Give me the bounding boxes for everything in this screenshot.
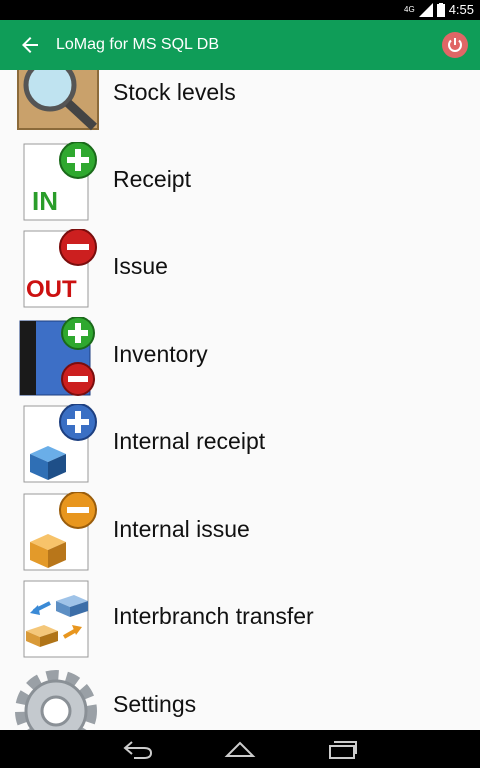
status-bar: 4G 4:55 (0, 0, 480, 20)
svg-text:IN: IN (32, 186, 58, 216)
menu-item-label: Internal issue (113, 516, 250, 542)
navigation-bar (0, 730, 480, 768)
arrow-back-icon[interactable] (18, 33, 42, 57)
menu-item-stock-levels[interactable]: Stock levels (0, 70, 480, 138)
menu-item-label: Interbranch transfer (113, 603, 314, 629)
receipt-in-icon: IN (23, 142, 97, 221)
menu-item-settings[interactable]: Settings (0, 663, 480, 730)
app-bar: LoMag for MS SQL DB (0, 20, 480, 70)
nav-back-icon[interactable] (122, 738, 154, 760)
transfer-icon (23, 580, 89, 658)
internal-issue-icon (23, 492, 97, 571)
svg-text:OUT: OUT (26, 276, 77, 303)
menu-item-label: Settings (113, 691, 197, 717)
menu-item-label: Issue (113, 253, 168, 279)
signal-icon (418, 2, 433, 17)
magnifier-box-icon (17, 70, 99, 131)
battery-icon (436, 2, 445, 17)
nav-recents-icon[interactable] (326, 738, 358, 760)
inventory-book-icon (19, 317, 95, 396)
menu-item-issue[interactable]: OUT Issue (0, 225, 480, 312)
nav-home-icon[interactable] (224, 738, 256, 760)
network-type: 4G (404, 5, 415, 14)
issue-out-icon: OUT (23, 229, 97, 308)
power-icon[interactable] (442, 32, 468, 58)
menu-item-label: Stock levels (113, 79, 236, 105)
menu-item-internal-issue[interactable]: Internal issue (0, 488, 480, 575)
menu-item-label: Receipt (113, 166, 191, 192)
gear-icon (15, 670, 97, 730)
menu-list: Stock levels IN Receipt OUT Issue Invent… (0, 70, 480, 730)
menu-item-receipt[interactable]: IN Receipt (0, 138, 480, 225)
clock: 4:55 (448, 2, 474, 17)
menu-item-label: Inventory (113, 341, 208, 367)
app-title: LoMag for MS SQL DB (56, 36, 220, 53)
menu-item-label: Internal receipt (113, 428, 266, 454)
internal-receipt-icon (23, 404, 97, 483)
menu-item-internal-receipt[interactable]: Internal receipt (0, 400, 480, 487)
menu-item-interbranch-transfer[interactable]: Interbranch transfer (0, 575, 480, 662)
menu-item-inventory[interactable]: Inventory (0, 313, 480, 400)
